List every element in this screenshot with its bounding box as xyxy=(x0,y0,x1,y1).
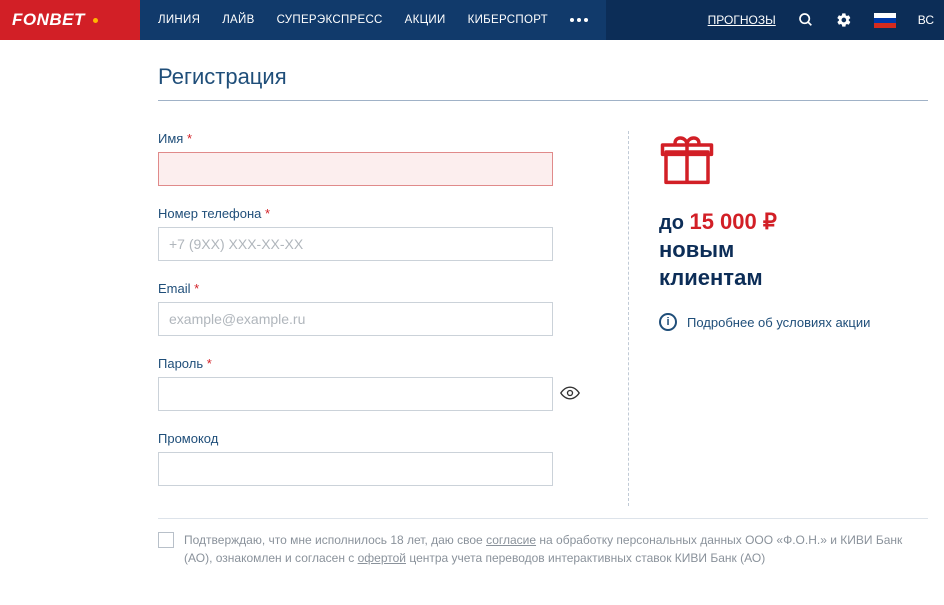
main-nav: ЛИНИЯ ЛАЙВ СУПЕРЭКСПРЕСС АКЦИИ КИБЕРСПОР… xyxy=(140,0,606,40)
promo-headline: до 15 000 ₽ новым клиентам xyxy=(659,208,928,291)
registration-form: Имя * Номер телефона * Email * Пароль * … xyxy=(158,131,588,506)
nav-promo[interactable]: АКЦИИ xyxy=(405,14,446,26)
logo[interactable]: FONBET xyxy=(0,0,140,40)
promo-more-link[interactable]: i Подробнее об условиях акции xyxy=(659,313,928,331)
name-input[interactable] xyxy=(158,152,553,186)
password-label: Пароль * xyxy=(158,356,588,371)
promo-panel: до 15 000 ₽ новым клиентам i Подробнее о… xyxy=(628,131,928,506)
info-icon: i xyxy=(659,313,677,331)
promo-more-text: Подробнее об условиях акции xyxy=(687,315,870,330)
gift-icon xyxy=(659,131,715,187)
consent-text: Подтверждаю, что мне исполнилось 18 лет,… xyxy=(184,531,928,567)
logo-text: FONBET xyxy=(12,10,85,30)
logo-dot-icon xyxy=(93,18,98,23)
settings-icon[interactable] xyxy=(836,12,852,28)
header-right: ПРОГНОЗЫ ВС xyxy=(606,0,944,40)
phone-label: Номер телефона * xyxy=(158,206,588,221)
email-label: Email * xyxy=(158,281,588,296)
password-input[interactable] xyxy=(158,377,553,411)
page-content: Регистрация Имя * Номер телефона * Email… xyxy=(0,40,944,567)
promocode-input[interactable] xyxy=(158,452,553,486)
page-title: Регистрация xyxy=(158,64,928,101)
phone-input[interactable] xyxy=(158,227,553,261)
nav-line[interactable]: ЛИНИЯ xyxy=(158,14,200,26)
consent-link-offer[interactable]: офертой xyxy=(358,551,406,565)
nav-live[interactable]: ЛАЙВ xyxy=(222,14,254,26)
password-visibility-icon[interactable] xyxy=(560,386,580,405)
top-header: FONBET ЛИНИЯ ЛАЙВ СУПЕРЭКСПРЕСС АКЦИИ КИ… xyxy=(0,0,944,40)
consent-link-agreement[interactable]: согласие xyxy=(486,533,536,547)
nav-cybersport[interactable]: КИБЕРСПОРТ xyxy=(468,14,548,26)
language-flag-icon[interactable] xyxy=(874,13,896,28)
consent-checkbox[interactable] xyxy=(158,532,174,548)
nav-predictions[interactable]: ПРОГНОЗЫ xyxy=(708,13,776,27)
nav-more-icon[interactable] xyxy=(570,18,588,22)
nav-super[interactable]: СУПЕРЭКСПРЕСС xyxy=(277,14,383,26)
consent-row: Подтверждаю, что мне исполнилось 18 лет,… xyxy=(158,531,928,567)
divider xyxy=(158,518,928,519)
promocode-label: Промокод xyxy=(158,431,588,446)
name-label: Имя * xyxy=(158,131,588,146)
login-cut[interactable]: ВС xyxy=(918,13,934,27)
email-input[interactable] xyxy=(158,302,553,336)
search-icon[interactable] xyxy=(798,12,814,28)
